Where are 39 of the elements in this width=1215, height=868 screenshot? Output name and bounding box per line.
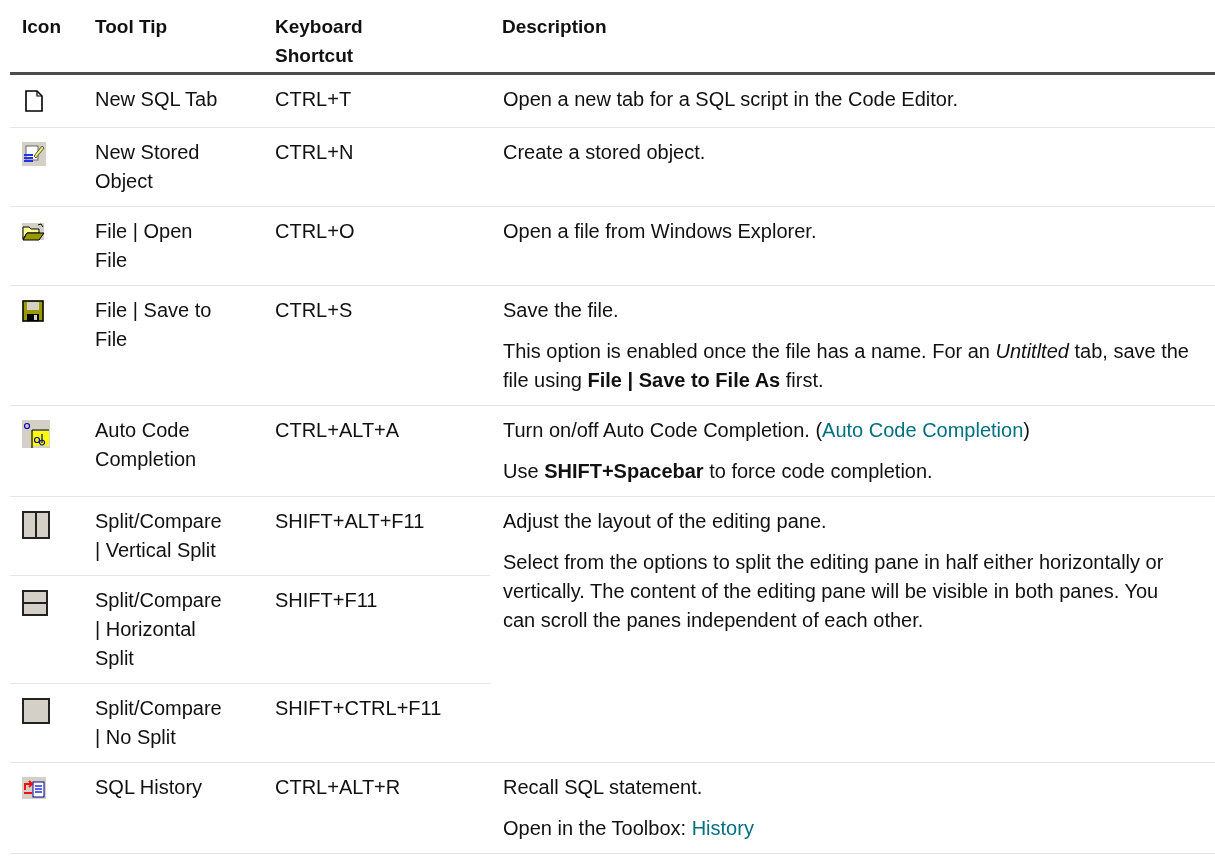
description-text: Recall SQL statement.: [503, 775, 704, 800]
column-header: Tool Tip: [95, 15, 168, 39]
shortcut-cell: CTRL+ALT+R: [275, 776, 401, 798]
column-header: Description: [502, 15, 607, 39]
description-text: Select from the options to split the editing pane in half either horizontally or vertically. The content of the editing pane will be visible in both panes. You can scroll the panes independent of each other.: [503, 550, 1165, 633]
shortcut-cell: SHIFT+F11: [275, 589, 378, 611]
shortcut-cell: CTRL+S: [275, 299, 353, 321]
square-icon: [22, 698, 50, 726]
tooltip-cell: SQL History: [95, 776, 203, 798]
description-text: Use SHIFT+Spacebar to force code completion.: [503, 459, 934, 484]
two-rows-icon: [22, 590, 50, 618]
description-text: Open a file from Windows Explorer.: [503, 219, 818, 244]
shortcut-cell: CTRL+ALT+A: [275, 419, 400, 441]
description-text: Save the file.: [503, 298, 620, 323]
description-text: Adjust the layout of the editing pane.: [503, 509, 828, 534]
shortcut-cell: SHIFT+ALT+F11: [275, 510, 425, 532]
tooltip-cell: New Stored Object: [95, 141, 200, 192]
shortcut-cell: CTRL+O: [275, 220, 355, 242]
tooltip-cell: Split/Compare | Vertical Split: [95, 510, 222, 561]
help-link[interactable]: Auto Code Completion: [822, 419, 1024, 441]
shortcut-cell: CTRL+T: [275, 88, 352, 110]
column-header: Keyboard Shortcut: [275, 15, 364, 68]
tooltip-cell: File | Open File: [95, 220, 193, 271]
help-link[interactable]: History: [691, 817, 754, 839]
tooltip-cell: Split/Compare | No Split: [95, 697, 222, 748]
shortcut-cell: SHIFT+CTRL+F11: [275, 697, 442, 719]
description-text: This option is enabled once the file has a name. For an Untitlted tab, save the file using File | Save to File As first.: [503, 339, 1190, 393]
two-columns-icon: [22, 511, 50, 539]
tooltip-cell: New SQL Tab: [95, 88, 218, 110]
tooltip-cell: Split/Compare | Horizontal Split: [95, 589, 222, 669]
tooltip-cell: File | Save to File: [95, 299, 212, 350]
shortcut-cell: CTRL+N: [275, 141, 354, 163]
description-text: Open a new tab for a SQL script in the Code Editor.: [503, 87, 960, 112]
tooltip-cell: Auto Code Completion: [95, 419, 197, 470]
description-text: Turn on/off Auto Code Completion. (Auto Code Completion): [503, 418, 1031, 443]
description-text: Open in the Toolbox: History: [503, 816, 755, 841]
text-cursor-icon: [22, 420, 50, 448]
description-text: Create a stored object.: [503, 140, 707, 165]
column-header: Icon: [22, 15, 62, 39]
